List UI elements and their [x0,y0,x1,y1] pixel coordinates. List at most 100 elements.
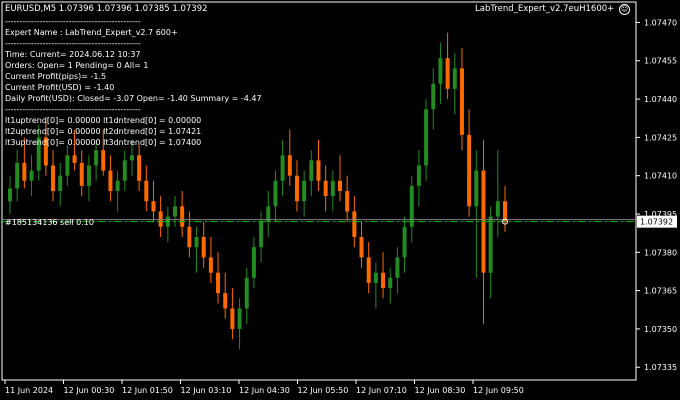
y-tick-label: 1.07470 [644,18,677,27]
candle-body [431,83,436,110]
expert-advisor-label[interactable]: LabTrend_Expert_v2.7euH1600+ ☺ [475,4,630,15]
y-tick-label: 1.07350 [644,325,677,334]
candle-body [187,226,192,248]
candle-body [94,150,99,166]
candle-body [366,257,371,283]
candle-body [302,180,307,202]
candle-body [330,180,335,197]
x-tick-label: 12 Jun 03:10 [181,386,232,395]
candle-body [8,188,12,202]
info-line: Orders: Open= 1 Pending= 0 All= 1 [5,61,149,70]
candle-body [259,221,264,248]
x-tick-label: 12 Jun 09:50 [473,386,524,395]
candle-body [445,58,450,89]
info-line: lt3uptrend[0]= 0.00000 lt3dntrend[0] = 1… [5,138,202,147]
candle-body [115,180,120,191]
candle-body [273,180,278,207]
info-line: Current Profit(USD) = -1.40 [5,83,115,92]
info-panel: ----------------------------------------… [5,16,262,148]
candle-body [488,216,493,273]
candle-body [137,155,142,181]
candle-body [29,170,34,181]
candle-body [101,150,106,171]
info-line: lt1uptrend[0]= 0.00000 lt1dntrend[0] = 0… [5,116,202,125]
info-line: Daily Profit(USD): Closed= -3.07 Open= -… [5,94,262,103]
candle-body [338,180,342,191]
candle-body [503,201,507,222]
candle-body [122,160,127,181]
x-tick-label: 12 Jun 05:50 [298,386,349,395]
candle-body [373,272,378,283]
candle-body [381,272,386,289]
candle-body [201,236,206,258]
y-tick-label: 1.07425 [644,133,677,142]
candle-body [158,211,163,227]
info-line: Expert Name : LabTrend_Expert_v2.7 600+ [5,28,178,37]
candle-body [359,236,364,258]
ea-name: LabTrend_Expert_v2.7euH1600+ [475,4,615,14]
x-tick-label: 12 Jun 07:10 [356,386,407,395]
x-tick-label: 12 Jun 01:50 [122,386,173,395]
candle-body [352,211,357,237]
candle-body [409,185,414,227]
candle-body [194,236,199,248]
candle-body [345,191,350,212]
candle-body [129,155,134,161]
candle-body [72,155,77,163]
x-tick-label: 11 Jun 2024 [5,386,53,395]
candle-body [79,162,84,186]
candle-body [467,134,472,207]
candle-body [323,180,328,197]
candle-body [316,160,321,181]
candle-body [151,201,156,212]
candle-body [22,162,27,181]
x-tick-label: 12 Jun 08:30 [415,386,466,395]
candle-body [474,170,479,207]
candle-body [280,155,285,181]
candle-body [452,68,457,89]
candle-body [251,247,256,278]
y-tick-label: 1.07440 [644,95,677,104]
candle-body [495,201,500,217]
candle-body [15,162,20,189]
info-line: ----------------------------------------… [5,105,141,114]
candle-body [287,155,292,176]
symbol-ohlc-label: EURUSD,M5 1.07396 1.07396 1.07385 1.0739… [5,4,208,14]
candle-body [173,206,177,217]
candle-body [416,165,421,186]
candle-body [309,160,314,181]
info-line: Time: Current= 2024.06.12 10:37 [5,50,141,59]
candle-body [424,109,429,166]
order-label: #185134136 sell 0.10 [5,218,94,227]
info-line: ----------------------------------------… [5,17,141,26]
y-tick-label: 1.07335 [644,363,677,372]
candle-body [208,257,213,273]
y-tick-label: 1.07380 [644,248,677,257]
candle-body [237,308,242,329]
candle-body [58,175,63,191]
candle-body [65,155,70,176]
candle-body [86,165,91,186]
candle-body [180,206,185,227]
candle-body [388,277,393,289]
candle-body [108,170,113,191]
candle-body [144,180,149,202]
candle-body [230,308,235,329]
candle-body [459,68,464,135]
candle-body [223,293,228,309]
x-tick-label: 12 Jun 04:30 [239,386,290,395]
current-price-value: 1.07392 [640,218,673,227]
candle-body [294,175,299,202]
y-tick-label: 1.07365 [644,287,677,296]
candle-body [51,165,56,191]
y-tick-label: 1.07455 [644,57,677,66]
candle-body [402,226,407,258]
info-line: ----------------------------------------… [5,39,141,48]
candle-body [438,58,443,84]
info-line: Current Profit(pips)= -1.5 [5,72,107,81]
candle-body [216,272,221,294]
y-tick-label: 1.07410 [644,172,677,181]
smiley-icon[interactable]: ☺ [619,4,630,15]
chart-window[interactable]: 1.07470 1.07455 1.07440 1.07425 1.07410 1.073… [0,0,680,400]
candle-body [244,277,249,309]
